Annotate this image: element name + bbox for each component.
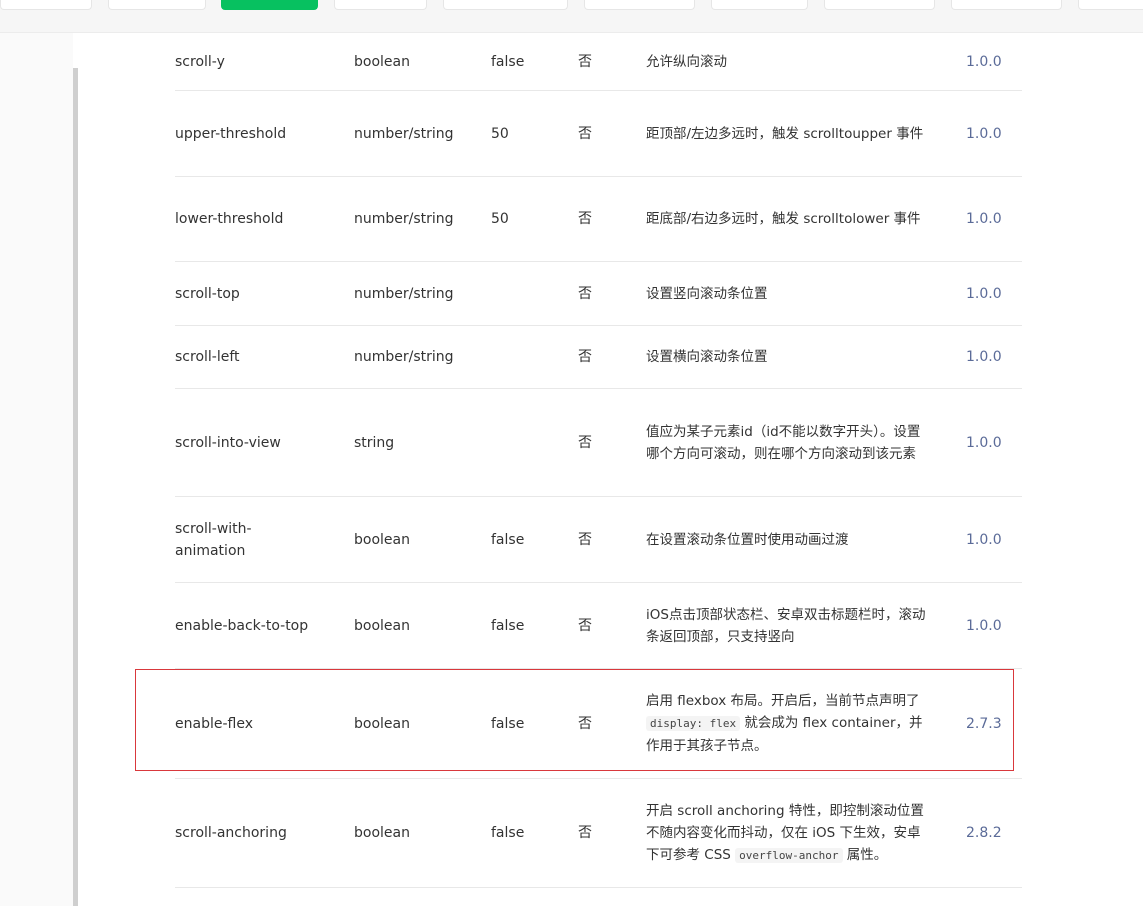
prop-version: 1.0.0 bbox=[966, 434, 1002, 451]
prop-desc-text: 开启 scroll anchoring 特性，即控制滚动位置不随内容变化而抖动，… bbox=[646, 800, 931, 867]
desc-text-after: 属性。 bbox=[842, 846, 888, 863]
prop-type: string bbox=[354, 434, 395, 451]
top-tab[interactable] bbox=[0, 0, 92, 10]
prop-version: 1.0.0 bbox=[966, 53, 1002, 70]
prop-desc-text: 启用 flexbox 布局。开启后，当前节点声明了 display: flex … bbox=[646, 690, 931, 757]
prop-name: scroll-y bbox=[175, 53, 225, 70]
prop-type: number/string bbox=[354, 125, 454, 142]
prop-type: boolean bbox=[354, 531, 410, 548]
prop-desc: 启用 flexbox 布局。开启后，当前节点声明了 display: flex … bbox=[646, 669, 931, 778]
prop-required: 否 bbox=[578, 285, 592, 302]
top-tab[interactable] bbox=[334, 0, 427, 10]
prop-desc: 在设置滚动条位置时使用动画过渡 bbox=[646, 497, 931, 582]
prop-desc-text: 距顶部/左边多远时，触发 scrolltoupper 事件 bbox=[646, 125, 924, 142]
prop-desc-text: 设置横向滚动条位置 bbox=[646, 349, 768, 365]
prop-version: 1.0.0 bbox=[966, 125, 1002, 142]
prop-name: upper-threshold bbox=[175, 125, 287, 142]
prop-version: 1.0.0 bbox=[966, 211, 1002, 227]
prop-default bbox=[491, 326, 571, 388]
prop-name: scroll-with-animation bbox=[175, 520, 252, 559]
top-tab[interactable] bbox=[108, 0, 206, 10]
prop-desc: 距顶部/左边多远时，触发 scrolltoupper 事件 bbox=[646, 91, 931, 176]
prop-required: 否 bbox=[578, 531, 592, 548]
prop-type: number/string bbox=[354, 349, 454, 365]
prop-default: false bbox=[491, 531, 525, 548]
prop-name: enable-back-to-top bbox=[175, 617, 309, 634]
prop-required: 否 bbox=[578, 349, 592, 365]
top-tab[interactable] bbox=[1078, 0, 1143, 10]
prop-type: boolean bbox=[354, 617, 410, 634]
top-tab[interactable] bbox=[443, 0, 568, 10]
table-row: scroll-with-animation boolean false 否 在设… bbox=[175, 497, 1022, 583]
prop-version: 1.0.0 bbox=[966, 349, 1002, 365]
prop-required: 否 bbox=[578, 825, 592, 841]
table-row: enable-back-to-top boolean false 否 iOS点击… bbox=[175, 583, 1022, 669]
prop-desc-text: 设置竖向滚动条位置 bbox=[646, 285, 768, 302]
prop-desc: 设置横向滚动条位置 bbox=[646, 326, 931, 388]
table-row: lower-threshold number/string 50 否 距底部/右… bbox=[175, 177, 1022, 262]
table-row: scroll-into-view string 否 值应为某子元素id（id不能… bbox=[175, 389, 1022, 497]
prop-type: boolean bbox=[354, 825, 410, 841]
prop-name: scroll-anchoring bbox=[175, 825, 287, 841]
prop-default: 50 bbox=[491, 125, 509, 142]
prop-name: scroll-into-view bbox=[175, 434, 281, 451]
prop-version: 2.7.3 bbox=[966, 715, 1002, 732]
prop-required: 否 bbox=[578, 434, 592, 451]
top-tab-active[interactable] bbox=[221, 0, 318, 10]
top-tab[interactable] bbox=[711, 0, 808, 10]
prop-version: 1.0.0 bbox=[966, 531, 1002, 548]
prop-desc: iOS点击顶部状态栏、安卓双击标题栏时，滚动条返回顶部，只支持竖向 bbox=[646, 583, 931, 668]
left-panel bbox=[0, 33, 73, 906]
properties-table: scroll-y boolean false 否 允许纵向滚动 1.0.0 up… bbox=[175, 33, 1022, 888]
table-row: scroll-y boolean false 否 允许纵向滚动 1.0.0 bbox=[175, 33, 1022, 91]
prop-default bbox=[491, 262, 571, 325]
top-tab[interactable] bbox=[584, 0, 695, 10]
prop-desc-text: 值应为某子元素id（id不能以数字开头）。设置哪个方向可滚动，则在哪个方向滚动到… bbox=[646, 423, 921, 462]
prop-required: 否 bbox=[578, 53, 592, 70]
prop-version: 1.0.0 bbox=[966, 285, 1002, 302]
prop-required: 否 bbox=[578, 125, 592, 142]
prop-default: 50 bbox=[491, 211, 509, 227]
prop-required: 否 bbox=[578, 617, 592, 634]
prop-type: boolean bbox=[354, 715, 410, 732]
prop-name: scroll-left bbox=[175, 349, 240, 365]
prop-name: lower-threshold bbox=[175, 211, 284, 227]
prop-desc-text: 允许纵向滚动 bbox=[646, 53, 727, 70]
prop-default: false bbox=[491, 825, 525, 841]
prop-type: number/string bbox=[354, 285, 454, 302]
prop-default: false bbox=[491, 617, 525, 634]
prop-type: boolean bbox=[354, 53, 410, 70]
prop-default: false bbox=[491, 715, 525, 732]
prop-desc-text: 在设置滚动条位置时使用动画过渡 bbox=[646, 531, 849, 548]
prop-default: false bbox=[491, 53, 525, 70]
prop-desc: 距底部/右边多远时，触发 scrolltolower 事件 bbox=[646, 177, 931, 261]
prop-name: scroll-top bbox=[175, 285, 240, 302]
top-tab[interactable] bbox=[824, 0, 935, 10]
prop-default bbox=[491, 389, 571, 496]
prop-version: 2.8.2 bbox=[966, 825, 1002, 841]
top-tab[interactable] bbox=[951, 0, 1062, 10]
prop-desc: 设置竖向滚动条位置 bbox=[646, 262, 931, 325]
table-row: upper-threshold number/string 50 否 距顶部/左… bbox=[175, 91, 1022, 177]
table-row-highlighted: enable-flex boolean false 否 启用 flexbox 布… bbox=[175, 669, 1022, 779]
table-row: scroll-top number/string 否 设置竖向滚动条位置 1.0… bbox=[175, 262, 1022, 326]
table-row: scroll-left number/string 否 设置横向滚动条位置 1.… bbox=[175, 326, 1022, 389]
table-row: scroll-anchoring boolean false 否 开启 scro… bbox=[175, 779, 1022, 888]
desc-text-before: 启用 flexbox 布局。开启后，当前节点声明了 bbox=[646, 693, 920, 709]
prop-required: 否 bbox=[578, 715, 592, 732]
prop-desc: 开启 scroll anchoring 特性，即控制滚动位置不随内容变化而抖动，… bbox=[646, 779, 931, 887]
prop-desc: 值应为某子元素id（id不能以数字开头）。设置哪个方向可滚动，则在哪个方向滚动到… bbox=[646, 389, 931, 496]
inline-code: display: flex bbox=[646, 716, 741, 731]
prop-desc-text: 距底部/右边多远时，触发 scrolltolower 事件 bbox=[646, 211, 921, 227]
top-tab-bar bbox=[0, 0, 1143, 33]
inline-code: overflow-anchor bbox=[735, 847, 843, 863]
prop-desc-text: iOS点击顶部状态栏、安卓双击标题栏时，滚动条返回顶部，只支持竖向 bbox=[646, 606, 926, 645]
prop-required: 否 bbox=[578, 211, 592, 227]
prop-version: 1.0.0 bbox=[966, 617, 1002, 634]
prop-type: number/string bbox=[354, 211, 454, 227]
prop-name: enable-flex bbox=[175, 715, 253, 732]
prop-desc: 允许纵向滚动 bbox=[646, 33, 931, 90]
